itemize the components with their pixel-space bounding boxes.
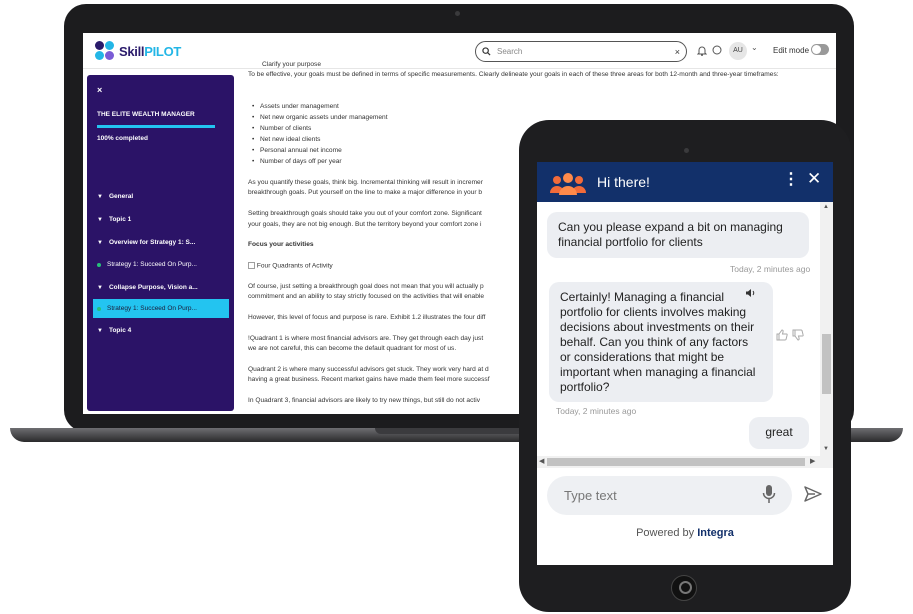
completed-dot-icon (97, 262, 101, 267)
sidebar-item-general[interactable]: ▼ General (93, 187, 229, 206)
content-paragraph: To be effective, your goals must be defi… (248, 71, 779, 78)
sidebar-item-topic-1[interactable]: ▼ Topic 1 (93, 210, 229, 229)
search-input[interactable]: Search × (475, 41, 687, 62)
course-progress-bar (97, 125, 215, 128)
message-input-placeholder: Type text (564, 488, 617, 503)
sidebar-item-label: Overview for Strategy 1: S... (108, 239, 196, 246)
scroll-left-icon[interactable]: ◀ (539, 457, 544, 465)
search-placeholder: Search (497, 47, 523, 56)
user-reply: great (749, 417, 809, 449)
message-input[interactable]: Type text (547, 476, 792, 515)
close-icon[interactable]: ✕ (807, 169, 821, 189)
edit-mode-label: Edit mode (773, 46, 810, 55)
sidebar-item-label: General (108, 193, 134, 200)
list-item: Assets under management (252, 103, 339, 112)
chevron-down-icon: ▼ (97, 327, 103, 334)
content-line: Clarify your purpose (262, 61, 322, 68)
logo-mark-icon (95, 41, 115, 61)
sidebar-item-label: Topic 4 (108, 327, 132, 334)
scroll-down-icon[interactable]: ▼ (823, 446, 829, 452)
list-item: Net new organic assets under management (252, 114, 388, 123)
course-progress-fill (97, 125, 215, 128)
message-timestamp: Today, 2 minutes ago (556, 406, 637, 416)
sidebar-item-label: Topic 1 (108, 216, 132, 223)
list-item: Net new ideal clients (252, 136, 321, 145)
chat-horizontal-scrollbar[interactable]: ◀ ▶ (537, 456, 833, 468)
scroll-right-icon[interactable]: ▶ (810, 457, 815, 465)
chevron-down-icon: ▼ (97, 216, 103, 223)
scroll-up-icon[interactable]: ▲ (823, 204, 829, 210)
more-options-icon[interactable]: ⋮ (783, 169, 799, 189)
sidebar-item-overview-strategy-1[interactable]: ▼ Overview for Strategy 1: S... (93, 233, 229, 252)
speaker-icon[interactable] (745, 288, 756, 298)
user-message: Can you please expand a bit on managing … (547, 212, 809, 258)
laptop-notch (375, 428, 525, 434)
thumbs-up-icon[interactable] (776, 329, 788, 341)
sidebar-item-collapse-purpose[interactable]: ▼ Collapse Purpose, Vision a... (93, 278, 229, 297)
chat-vertical-scrollbar[interactable]: ▲ ▼ (820, 202, 833, 456)
search-clear-icon[interactable]: × (675, 47, 680, 57)
chat-bubble-icon[interactable] (712, 45, 722, 55)
thumbs-down-icon[interactable] (792, 329, 804, 341)
chat-header: Hi there! ⋮ ✕ (537, 162, 833, 202)
scroll-thumb[interactable] (822, 334, 831, 394)
list-item: Number of clients (252, 125, 311, 134)
broken-image-icon (248, 262, 255, 269)
logo-text: SkillPILOT (119, 43, 182, 59)
app-logo[interactable]: SkillPILOT (95, 41, 181, 61)
list-item: Personal annual net income (252, 147, 342, 156)
list-item: Number of days off per year (252, 158, 342, 167)
powered-by-label: Powered by (636, 527, 695, 539)
scroll-thumb[interactable] (547, 458, 805, 466)
chevron-down-icon[interactable]: ⌄ (751, 43, 758, 52)
message-timestamp: Today, 2 minutes ago (730, 264, 811, 274)
chevron-down-icon: ▼ (97, 239, 103, 246)
sidebar-item-label: Strategy 1: Succeed On Purp... (107, 261, 197, 268)
avatar[interactable]: AU (729, 42, 747, 60)
completed-dot-icon (97, 306, 101, 311)
team-avatar-icon (550, 173, 586, 195)
tablet-home-button (671, 575, 697, 601)
course-completed-text: 100% completed (97, 135, 148, 142)
chat-messages: Can you please expand a bit on managing … (537, 202, 833, 456)
sidebar-item-strategy-1-b[interactable]: Strategy 1: Succeed On Purp... (93, 299, 229, 318)
sidebar-item-strategy-1-a[interactable]: Strategy 1: Succeed On Purp... (93, 255, 229, 274)
sidebar-item-label: Collapse Purpose, Vision a... (108, 284, 198, 291)
sidebar-item-label: Strategy 1: Succeed On Purp... (107, 305, 197, 312)
edit-mode-toggle[interactable] (811, 44, 829, 55)
microphone-icon[interactable] (762, 484, 776, 504)
laptop-camera (455, 11, 460, 16)
image-alt-text: Four Quadrants of Activity (256, 262, 333, 270)
sidebar-item-topic-4[interactable]: ▼ Topic 4 (93, 321, 229, 340)
send-icon[interactable] (803, 484, 823, 504)
chevron-down-icon: ▼ (97, 284, 103, 291)
tablet-camera (684, 148, 689, 153)
chat-title: Hi there! (597, 174, 650, 190)
powered-by: Powered by Integra (537, 527, 833, 539)
search-icon (482, 47, 491, 56)
sidebar-close-icon[interactable]: × (97, 85, 102, 95)
course-title: THE ELITE WEALTH MANAGER (97, 111, 195, 118)
bell-icon[interactable] (697, 45, 707, 56)
chevron-down-icon: ▼ (97, 193, 103, 200)
mockup-stage: SkillPILOT Search × AU ⌄ Edit mode × THE… (0, 0, 913, 614)
bot-message: Certainly! Managing a financial portfoli… (549, 282, 773, 402)
chat-widget: Hi there! ⋮ ✕ Can you please expand a bi… (537, 162, 833, 565)
feedback-buttons (776, 329, 804, 344)
course-sidebar: × THE ELITE WEALTH MANAGER 100% complete… (87, 75, 234, 411)
powered-by-brand[interactable]: Integra (697, 527, 734, 539)
